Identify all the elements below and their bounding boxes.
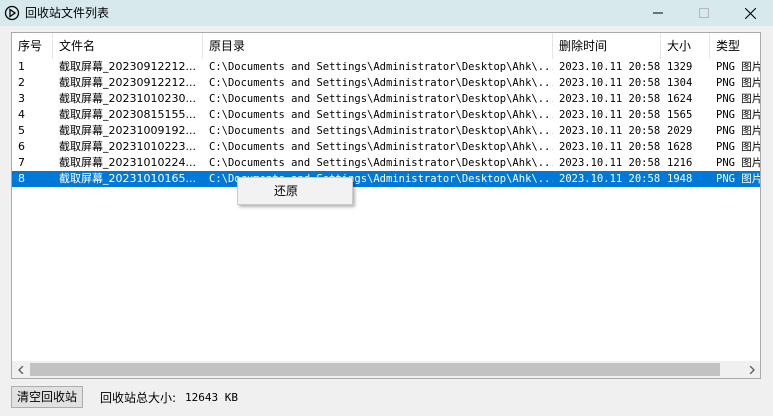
cell-type: PNG 图片 — [716, 125, 760, 137]
cell-index: 8 — [18, 172, 25, 185]
cell-deleted: 2023.10.11 20:58 — [559, 141, 661, 153]
table-row[interactable]: 6 截取屏幕_20231010223... C:\Documents and Set… — [12, 139, 760, 155]
table-row[interactable]: 8 截取屏幕_20231010165... C:\Documents and Set… — [12, 171, 760, 187]
cell-type: PNG 图片 — [716, 61, 760, 73]
empty-recycle-bin-button[interactable]: 清空回收站 — [11, 386, 83, 408]
title-bar[interactable]: 回收站文件列表 — [0, 0, 773, 26]
list-header: 序号 文件名 原目录 删除时间 大小 类型 — [12, 33, 760, 59]
cell-name: 截取屏幕_20231010224... — [59, 156, 196, 169]
horizontal-scrollbar[interactable] — [12, 361, 760, 378]
cell-size: 1628 — [667, 141, 693, 153]
cell-index: 2 — [18, 76, 25, 89]
maximize-button[interactable] — [681, 0, 727, 26]
minimize-button[interactable] — [635, 0, 681, 26]
cell-origin: C:\Documents and Settings\Administrator\… — [209, 141, 553, 153]
scroll-thumb[interactable] — [30, 363, 720, 376]
table-row[interactable]: 1 截取屏幕_20230912212... C:\Documents and Set… — [12, 59, 760, 75]
table-row[interactable]: 7 截取屏幕_20231010224... C:\Documents and Set… — [12, 155, 760, 171]
app-icon — [4, 5, 20, 21]
cell-index: 3 — [18, 92, 25, 105]
column-header-name[interactable]: 文件名 — [53, 33, 203, 59]
cell-size: 1624 — [667, 93, 693, 105]
cell-size: 2029 — [667, 125, 693, 137]
context-menu: 还原 — [237, 177, 353, 205]
cell-type: PNG 图片 — [716, 173, 760, 185]
cell-origin: C:\Documents and Settings\Administrator\… — [209, 61, 553, 73]
list-body: 1 截取屏幕_20230912212... C:\Documents and Set… — [12, 59, 760, 361]
cell-deleted: 2023.10.11 20:58 — [559, 125, 661, 137]
cell-size: 1329 — [667, 61, 693, 73]
maximize-icon — [699, 8, 709, 18]
scroll-left-button[interactable] — [12, 361, 29, 378]
cell-origin: C:\Documents and Settings\Administrator\… — [209, 77, 553, 89]
cell-origin: C:\Documents and Settings\Administrator\… — [209, 109, 553, 121]
cell-size: 1948 — [667, 173, 693, 185]
cell-index: 4 — [18, 108, 25, 121]
cell-name: 截取屏幕_20231009192... — [59, 124, 196, 137]
close-button[interactable] — [727, 0, 773, 26]
cell-type: PNG 图片 — [716, 157, 760, 169]
cell-deleted: 2023.10.11 20:58 — [559, 109, 661, 121]
table-row[interactable]: 2 截取屏幕_20230912212... C:\Documents and Set… — [12, 75, 760, 91]
cell-type: PNG 图片 — [716, 109, 760, 121]
table-row[interactable]: 3 截取屏幕_20231010230... C:\Documents and Set… — [12, 91, 760, 107]
cell-size: 1216 — [667, 157, 693, 169]
cell-deleted: 2023.10.11 20:58 — [559, 157, 661, 169]
cell-type: PNG 图片 — [716, 93, 760, 105]
table-row[interactable]: 5 截取屏幕_20231009192... C:\Documents and Set… — [12, 123, 760, 139]
cell-name: 截取屏幕_20230815155... — [59, 108, 196, 121]
cell-size: 1565 — [667, 109, 693, 121]
window-title: 回收站文件列表 — [25, 6, 110, 20]
cell-name: 截取屏幕_20230912212... — [59, 76, 196, 89]
cell-index: 5 — [18, 124, 25, 137]
total-size-label: 回收站总大小: — [100, 391, 177, 405]
chevron-left-icon — [17, 365, 23, 374]
close-icon — [744, 7, 756, 19]
cell-name: 截取屏幕_20231010223... — [59, 140, 196, 153]
cell-deleted: 2023.10.11 20:58 — [559, 77, 661, 89]
column-header-origin[interactable]: 原目录 — [203, 33, 553, 59]
column-header-index[interactable]: 序号 — [12, 33, 53, 59]
cell-type: PNG 图片 — [716, 141, 760, 153]
table-row[interactable]: 4 截取屏幕_20230815155... C:\Documents and Set… — [12, 107, 760, 123]
cell-origin: C:\Documents and Settings\Administrator\… — [209, 125, 553, 137]
cell-name: 截取屏幕_20230912212... — [59, 60, 196, 73]
recycle-file-list[interactable]: 序号 文件名 原目录 删除时间 大小 类型 1 截取屏幕_20230912212.… — [11, 32, 761, 379]
cell-index: 1 — [18, 60, 25, 73]
cell-type: PNG 图片 — [716, 77, 760, 89]
column-header-deleted[interactable]: 删除时间 — [553, 33, 661, 59]
cell-deleted: 2023.10.11 20:58 — [559, 173, 661, 185]
cell-name: 截取屏幕_20231010165... — [59, 172, 196, 185]
cell-index: 7 — [18, 156, 25, 169]
minimize-icon — [653, 12, 663, 14]
column-header-size[interactable]: 大小 — [661, 33, 710, 59]
cell-origin: C:\Documents and Settings\Administrator\… — [209, 93, 553, 105]
cell-origin: C:\Documents and Settings\Administrator\… — [209, 157, 553, 169]
cell-index: 6 — [18, 140, 25, 153]
cell-deleted: 2023.10.11 20:58 — [559, 61, 661, 73]
scroll-right-button[interactable] — [743, 361, 760, 378]
cell-deleted: 2023.10.11 20:58 — [559, 93, 661, 105]
chevron-right-icon — [749, 365, 755, 374]
total-size-value: 12643 KB — [185, 391, 238, 404]
menu-item-restore[interactable]: 还原 — [274, 183, 298, 199]
column-header-type[interactable]: 类型 — [710, 33, 760, 59]
cell-size: 1304 — [667, 77, 693, 89]
cell-name: 截取屏幕_20231010230... — [59, 92, 196, 105]
